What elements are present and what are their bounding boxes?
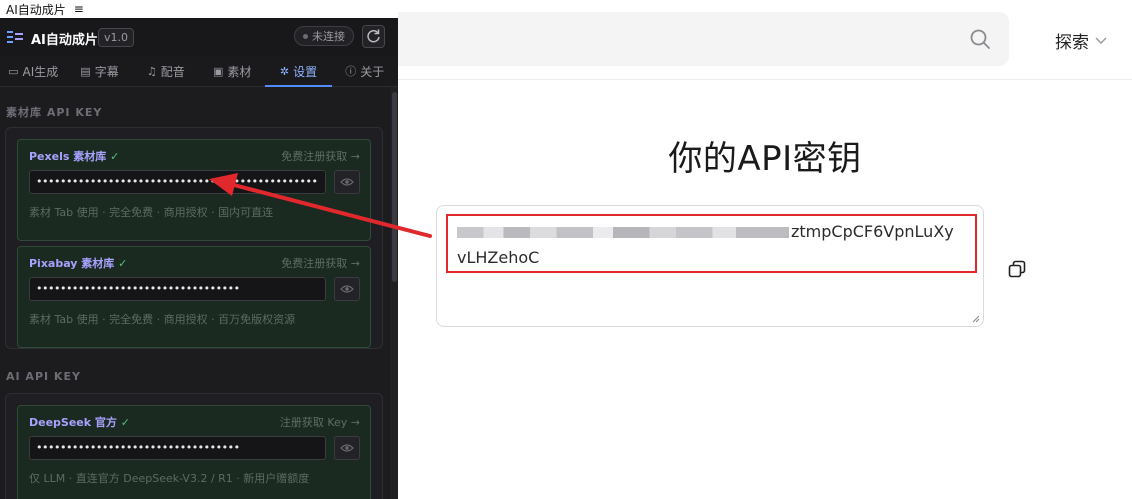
card-description: 仅 LLM · 直连官方 DeepSeek-V3.2 / R1 · 新用户赠额度 — [29, 472, 310, 485]
register-link[interactable]: 免费注册获取 → — [281, 255, 360, 271]
eye-icon — [340, 444, 354, 452]
eye-icon — [340, 285, 354, 293]
pexels-card: Pexels 素材库 ✓ 免费注册获取 → ••••••••••••••••••… — [17, 139, 371, 241]
refresh-icon — [367, 29, 380, 43]
pixabay-card: Pixabay 素材库 ✓ 免费注册获取 → •••••••••••••••••… — [17, 246, 371, 348]
tab-label: 素材 — [227, 64, 252, 79]
check-icon: ✓ — [118, 257, 128, 270]
music-note-icon: ♫ — [146, 64, 157, 78]
ai-key-group: DeepSeek 官方 ✓ 注册获取 Key → •••••••••••••••… — [5, 393, 383, 499]
toggle-visibility-button[interactable] — [334, 170, 360, 194]
page-title: 你的API密钥 — [668, 139, 862, 179]
tab-label: AI生成 — [22, 64, 59, 79]
check-icon: ✓ — [110, 150, 120, 163]
image-icon: ▣ — [212, 64, 224, 78]
monitor-icon: ▭ — [8, 64, 19, 78]
connection-status: 未连接 — [294, 26, 354, 46]
explore-label: 探索 — [1055, 33, 1089, 53]
eye-icon — [340, 178, 354, 186]
red-highlight-box — [446, 214, 977, 273]
copy-icon[interactable] — [1008, 260, 1026, 278]
tab-ai-generate[interactable]: ▭ AI生成 — [0, 56, 66, 86]
tab-label: 设置 — [293, 64, 318, 79]
extension-panel: AI自动成片 ≡ AI自动成片 v1.0 未连接 ▭ AI生成 ▤ 字幕 ♫ 配音 ▣… — [0, 0, 398, 499]
check-icon: ✓ — [120, 416, 130, 429]
tab-label: 配音 — [160, 64, 185, 79]
resize-grip-icon[interactable] — [970, 313, 980, 323]
app-header: AI自动成片 v1.0 未连接 — [0, 18, 398, 56]
pexels-key-input[interactable]: ••••••••••••••••••••••••••••••••••••••••… — [29, 170, 326, 194]
toggle-visibility-button[interactable] — [334, 436, 360, 460]
register-link[interactable]: 免费注册获取 → — [281, 148, 360, 164]
tab-materials[interactable]: ▣ 素材 — [199, 56, 265, 86]
card-name: Pixabay 素材库 — [29, 257, 115, 270]
card-title: DeepSeek 官方 ✓ — [29, 414, 130, 430]
section-title-ai: AI API KEY — [6, 370, 81, 383]
gear-icon: ✲ — [279, 64, 290, 78]
header-divider — [398, 79, 1132, 80]
app-logo-icon — [7, 31, 23, 43]
pixabay-key-input[interactable]: •••••••••••••••••••••••••••••••••• — [29, 277, 326, 301]
hamburger-icon[interactable]: ≡ — [74, 2, 84, 16]
search-icon[interactable] — [969, 28, 991, 50]
tab-label: 关于 — [360, 64, 385, 79]
status-label: 未连接 — [312, 30, 345, 43]
card-name: Pexels 素材库 — [29, 150, 107, 163]
subtitle-icon: ▤ — [80, 64, 91, 78]
tab-label: 字幕 — [94, 64, 119, 79]
tab-bar: ▭ AI生成 ▤ 字幕 ♫ 配音 ▣ 素材 ✲ 设置 ⓘ 关于 — [0, 56, 398, 87]
toggle-visibility-button[interactable] — [334, 277, 360, 301]
search-bar[interactable] — [380, 12, 1009, 66]
status-dot-icon — [303, 33, 308, 39]
info-icon: ⓘ — [345, 65, 357, 78]
card-title: Pexels 素材库 ✓ — [29, 148, 119, 164]
scrollbar-thumb[interactable] — [392, 92, 397, 282]
card-description: 素材 Tab 使用 · 完全免费 · 商用授权 · 国内可直连 — [29, 206, 274, 219]
chevron-down-icon — [1095, 37, 1107, 44]
tab-voiceover[interactable]: ♫ 配音 — [133, 56, 199, 86]
deepseek-key-input[interactable]: •••••••••••••••••••••••••••••••••• — [29, 436, 326, 460]
tab-about[interactable]: ⓘ 关于 — [332, 56, 398, 86]
deepseek-card: DeepSeek 官方 ✓ 注册获取 Key → •••••••••••••••… — [17, 405, 371, 499]
window-titlebar: AI自动成片 ≡ — [0, 0, 398, 18]
app-name: AI自动成片 — [31, 33, 98, 48]
refresh-button[interactable] — [362, 25, 385, 48]
tab-settings[interactable]: ✲ 设置 — [265, 56, 332, 87]
card-title: Pixabay 素材库 ✓ — [29, 255, 127, 271]
register-link[interactable]: 注册获取 Key → — [280, 414, 360, 430]
explore-menu[interactable]: 探索 — [1055, 28, 1107, 53]
settings-scroll-area: 素材库 API KEY Pexels 素材库 ✓ 免费注册获取 → ••••••… — [0, 87, 390, 499]
window-title: AI自动成片 — [6, 2, 66, 17]
section-title-material: 素材库 API KEY — [6, 106, 103, 119]
card-name: DeepSeek 官方 — [29, 416, 117, 429]
tab-subtitles[interactable]: ▤ 字幕 — [66, 56, 132, 86]
card-description: 素材 Tab 使用 · 完全免费 · 商用授权 · 百万免版权资源 — [29, 313, 296, 326]
version-badge: v1.0 — [98, 28, 135, 47]
material-key-group: Pexels 素材库 ✓ 免费注册获取 → ••••••••••••••••••… — [5, 127, 383, 349]
